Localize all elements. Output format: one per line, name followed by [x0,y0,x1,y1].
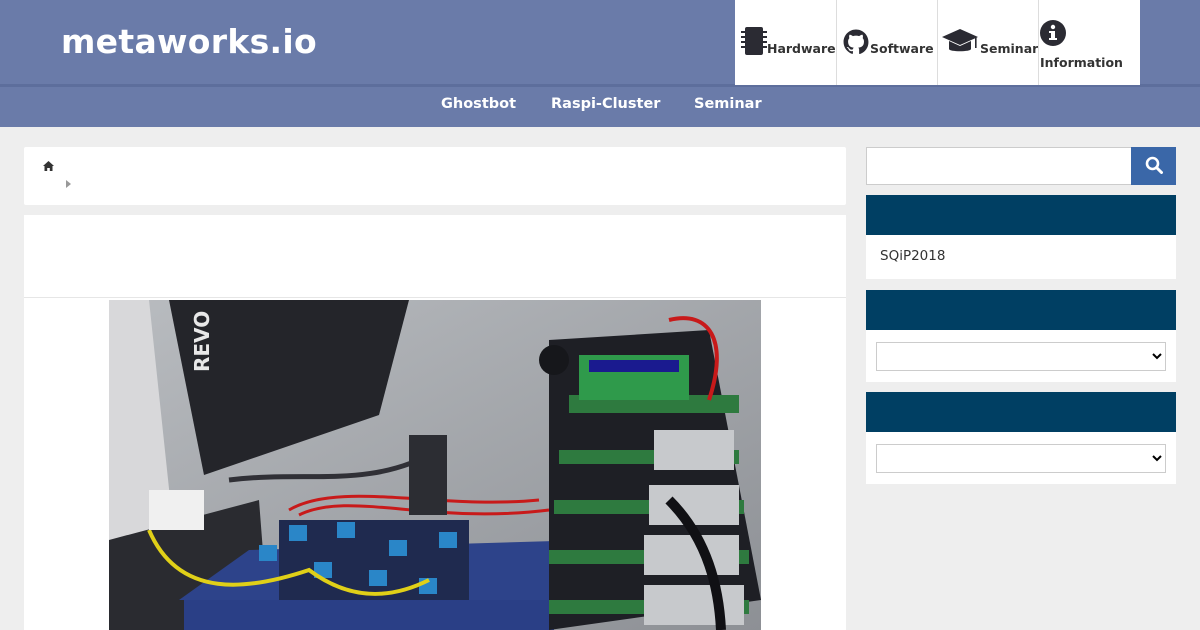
graduation-cap-icon [941,28,979,59]
subnav-seminar[interactable]: Seminar [694,96,762,112]
widget-dropdown[interactable] [876,342,1166,371]
chip-icon [741,26,767,59]
topnav-information[interactable]: Information [1038,0,1139,85]
sub-navigation: Ghostbot Raspi-Cluster Seminar [0,87,1200,127]
widget-header [866,392,1176,432]
topnav-seminar[interactable]: Seminar [937,0,1038,85]
site-header: metaworks.io Hardware Software Seminar I… [0,0,1200,127]
info-circle-icon [1040,20,1066,49]
article-header [24,215,846,298]
site-logo[interactable]: metaworks.io [61,22,317,61]
sidebar-widget-select-2 [866,392,1176,484]
home-icon[interactable] [43,161,54,174]
github-icon [843,29,869,58]
subnav-ghostbot[interactable]: Ghostbot [441,96,516,112]
search-icon [1145,156,1163,177]
widget-header [866,195,1176,235]
topnav-software[interactable]: Software [836,0,937,85]
widget-header [866,290,1176,330]
breadcrumb [24,147,846,205]
top-navigation: Hardware Software Seminar Information [735,0,1140,85]
search-form [866,147,1176,185]
search-input[interactable] [866,147,1132,185]
article: REVO [24,215,846,630]
subnav-raspi-cluster[interactable]: Raspi-Cluster [551,96,660,112]
sidebar-widget-posts: SQiP2018 [866,195,1176,279]
topnav-label: Information [1040,55,1123,70]
caret-right-icon [66,180,71,188]
topnav-hardware[interactable]: Hardware [735,0,836,85]
widget-link-sqip2018[interactable]: SQiP2018 [866,235,1176,277]
article-image: REVO [109,300,761,630]
svg-text:REVO: REVO [190,311,214,372]
search-button[interactable] [1131,147,1176,185]
topnav-label: Software [870,41,934,56]
topnav-label: Seminar [980,41,1039,56]
widget-dropdown[interactable] [876,444,1166,473]
topnav-label: Hardware [767,41,836,56]
sidebar-widget-select-1 [866,290,1176,382]
